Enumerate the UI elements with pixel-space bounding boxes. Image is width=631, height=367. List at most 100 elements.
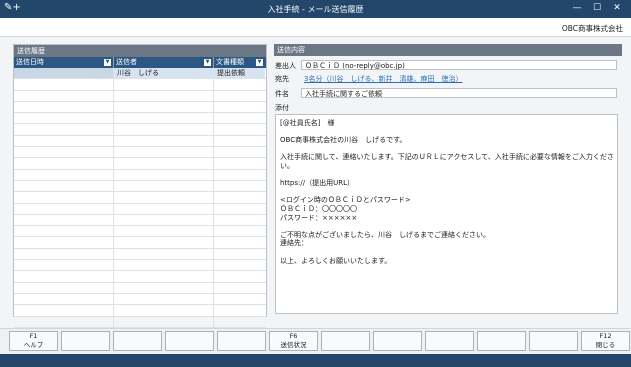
table-row[interactable]: [14, 79, 266, 91]
function-key-empty[interactable]: [217, 331, 266, 351]
function-key-empty[interactable]: [529, 331, 578, 351]
function-key-empty[interactable]: [61, 331, 110, 351]
table-row[interactable]: [14, 316, 266, 328]
content-panel-title: 送信内容: [274, 44, 622, 56]
sender-label: 差出人: [275, 62, 296, 70]
table-cell: [114, 101, 214, 113]
function-key-number: F6: [289, 332, 298, 340]
minimize-icon[interactable]: —: [570, 3, 584, 13]
table-cell: [14, 90, 114, 101]
table-cell: [214, 237, 265, 247]
table-row[interactable]: [14, 305, 266, 317]
table-cell: [214, 181, 265, 191]
table-row[interactable]: [14, 237, 266, 249]
table-cell: [214, 271, 265, 281]
table-row[interactable]: [14, 192, 266, 204]
table-row[interactable]: [14, 113, 266, 125]
table-row[interactable]: [14, 90, 266, 102]
table-row[interactable]: [14, 158, 266, 170]
function-key-bar: F1 ヘルプ F6 送信状況 F12 閉じる: [0, 328, 631, 355]
table-cell: [14, 271, 114, 282]
table-cell: [114, 147, 214, 158]
table-cell: [14, 316, 114, 327]
filter-dropdown-icon[interactable]: ▼: [256, 59, 263, 66]
table-cell: [214, 147, 265, 157]
table-row[interactable]: [14, 260, 266, 272]
function-key-f1[interactable]: F1 ヘルプ: [9, 331, 58, 351]
function-key-number: F1: [29, 332, 38, 340]
table-cell: [14, 124, 114, 135]
filter-dropdown-icon[interactable]: ▼: [204, 59, 211, 66]
to-label: 宛先: [275, 75, 289, 83]
table-row[interactable]: [14, 282, 266, 294]
function-key-number: F12: [599, 332, 612, 340]
table-cell: [214, 294, 265, 304]
recipients-link-text[interactable]: 3名分（川谷 しげる、新井 清雄、麻田 徳治）: [304, 75, 462, 83]
table-cell: [214, 305, 265, 315]
column-label: 送信日時: [16, 58, 44, 66]
function-key-empty[interactable]: [477, 331, 526, 351]
table-row[interactable]: [14, 248, 266, 261]
table-row[interactable]: [14, 101, 266, 114]
function-key-f12[interactable]: F12 閉じる: [581, 331, 630, 351]
sender-field: ＯＢＣｉＤ (no-reply@obc.jp): [301, 60, 617, 70]
column-header-sent-datetime[interactable]: 送信日時 ▼: [14, 57, 114, 68]
status-bar: [0, 354, 631, 367]
subject-field: 入社手続に関するご依頼: [301, 88, 617, 98]
table-cell: [114, 135, 214, 147]
function-key-empty[interactable]: [113, 331, 162, 351]
table-cell: [114, 282, 214, 293]
function-key-empty[interactable]: [321, 331, 370, 351]
function-key-f6[interactable]: F6 送信状況: [269, 331, 318, 351]
table-row[interactable]: [14, 180, 266, 193]
table-row[interactable]: [14, 147, 266, 159]
table-cell: [14, 214, 114, 226]
table-cell: [214, 158, 265, 168]
table-row[interactable]: [14, 169, 266, 181]
table-row[interactable]: [14, 226, 266, 238]
filter-dropdown-icon[interactable]: ▼: [104, 59, 111, 66]
table-cell: [214, 102, 265, 112]
table-row[interactable]: [14, 271, 266, 283]
table-cell: [114, 316, 214, 327]
table-row[interactable]: [14, 203, 266, 215]
table-cell: [14, 282, 114, 293]
close-icon[interactable]: ✕: [610, 3, 624, 13]
table-cell: [214, 283, 265, 293]
table-row[interactable]: [14, 293, 266, 306]
table-cell: [114, 293, 214, 305]
table-cell: [14, 226, 114, 237]
table-cell: [114, 237, 214, 248]
attachment-label: 添付: [275, 104, 289, 112]
recipients-link[interactable]: 3名分（川谷 しげる、新井 清雄、麻田 徳治）: [304, 74, 462, 84]
maximize-icon[interactable]: ☐: [590, 3, 604, 13]
table-cell: [114, 158, 214, 169]
table-cell: [14, 192, 114, 203]
history-grid: 川谷 しげる 提出依頼: [14, 68, 266, 340]
table-cell: [214, 204, 265, 214]
history-panel-title: 送信履歴: [14, 45, 266, 57]
table-cell: [214, 260, 265, 270]
table-cell: [14, 203, 114, 214]
column-header-doc-type[interactable]: 文書種類 ▼: [214, 57, 265, 68]
history-grid-header: 送信日時 ▼ 送信者 ▼ 文書種類 ▼: [14, 57, 266, 68]
table-cell: [14, 248, 114, 260]
table-cell: [214, 91, 265, 101]
column-label: 送信者: [116, 58, 137, 66]
table-cell: [214, 124, 265, 134]
table-cell: [14, 68, 114, 79]
table-row[interactable]: [14, 135, 266, 148]
table-cell: [14, 180, 114, 192]
table-row[interactable]: [14, 124, 266, 136]
function-key-empty[interactable]: [165, 331, 214, 351]
function-key-empty[interactable]: [373, 331, 422, 351]
table-row[interactable]: 川谷 しげる 提出依頼: [14, 68, 266, 80]
table-cell: [114, 214, 214, 226]
mail-body-area[interactable]: [@社員氏名] 様 OBC商事株式会社の川谷 しげるです。 入社手続に関して、連…: [275, 114, 618, 314]
table-cell: [14, 305, 114, 316]
column-header-sender[interactable]: 送信者 ▼: [114, 57, 214, 68]
table-row[interactable]: [14, 214, 266, 227]
title-bar: ✎+ 入社手続 - メール送信履歴 — ☐ ✕: [0, 0, 631, 18]
function-key-empty[interactable]: [425, 331, 474, 351]
table-cell: [14, 147, 114, 158]
